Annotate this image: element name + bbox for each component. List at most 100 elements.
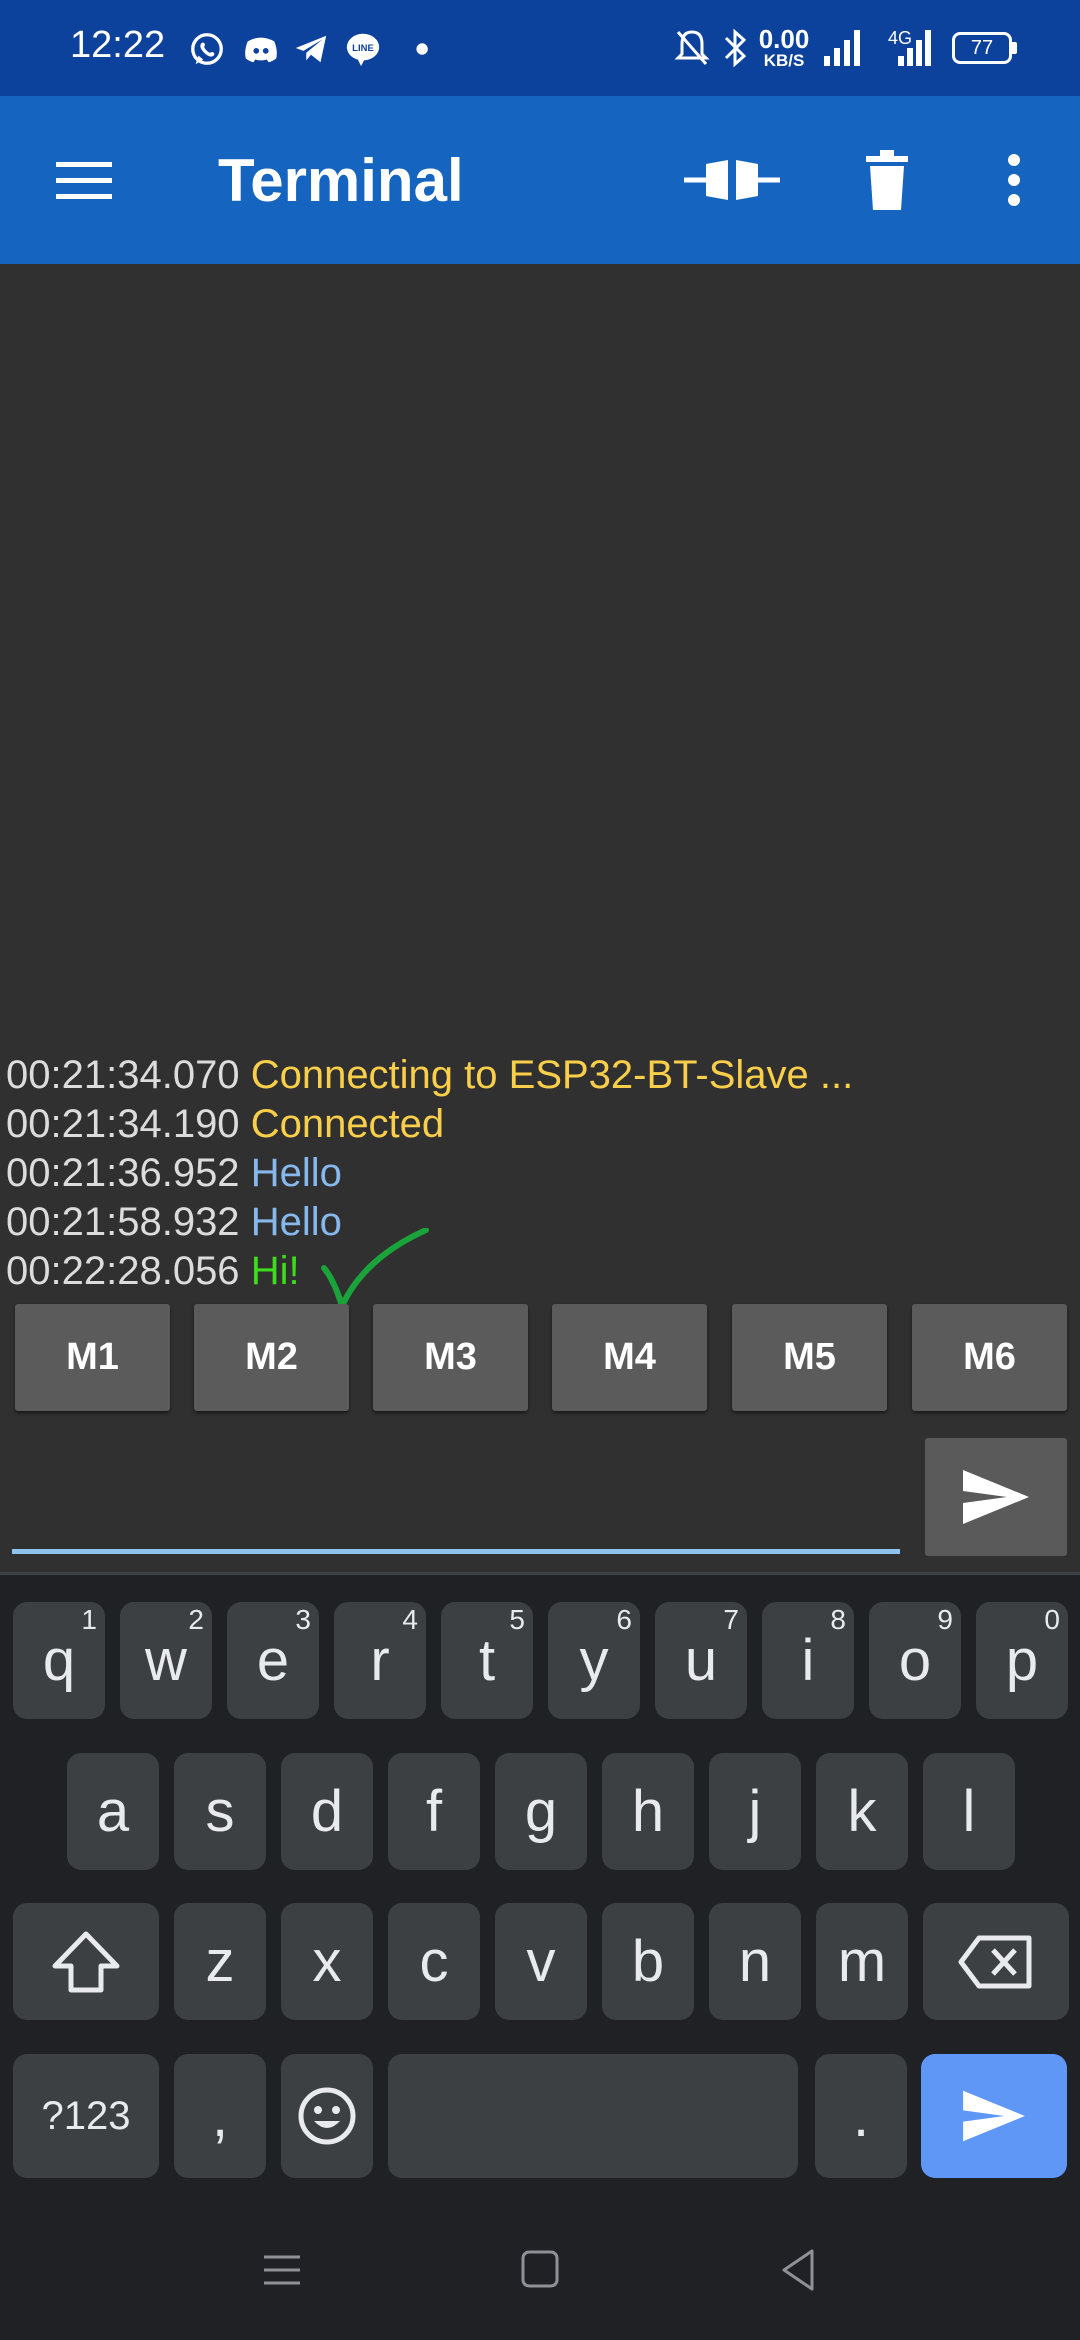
line-badge-text: LINE	[352, 43, 374, 54]
macro-button-m5[interactable]: M5	[732, 1304, 887, 1411]
menu-icon[interactable]	[52, 144, 116, 216]
key-x[interactable]: x	[281, 1903, 373, 2020]
key-o[interactable]: o9	[869, 1602, 961, 1719]
log-message: Hello	[250, 1151, 342, 1195]
key-r[interactable]: r4	[334, 1602, 426, 1719]
send-button[interactable]	[925, 1438, 1067, 1556]
delete-icon[interactable]	[862, 144, 912, 216]
shift-icon	[52, 1931, 120, 1992]
signal-icon	[824, 30, 860, 66]
mute-bell-icon	[674, 30, 710, 65]
key-p[interactable]: p0	[976, 1602, 1068, 1719]
status-bar: 12:22 LINE 0.00 KB/S 4G 77	[0, 0, 1080, 96]
key-t[interactable]: t5	[441, 1602, 533, 1719]
key-label: u	[684, 1628, 718, 1693]
checkmark-annotation-icon	[321, 1228, 429, 1309]
key-hint: 5	[509, 1604, 525, 1635]
line-icon: LINE	[346, 33, 380, 67]
key-w[interactable]: w2	[120, 1602, 212, 1719]
clock: 12:22	[70, 24, 166, 66]
shift-key[interactable]	[13, 1903, 159, 2020]
log-timestamp: 00:21:34.190	[6, 1102, 240, 1146]
backspace-key[interactable]	[923, 1903, 1069, 2020]
log-message: Connecting to ESP32-BT-Slave ...	[250, 1053, 854, 1097]
key-b[interactable]: b	[602, 1903, 694, 2020]
key-hint: 7	[723, 1604, 739, 1635]
whatsapp-icon	[191, 33, 223, 65]
navigation-bar	[0, 2200, 1080, 2340]
more-icon[interactable]	[1000, 144, 1028, 216]
comma-key[interactable]: ,	[174, 2054, 266, 2178]
key-m[interactable]: m	[816, 1903, 908, 2020]
terminal-output[interactable]: 00:21:34.070 Connecting to ESP32-BT-Slav…	[0, 264, 1080, 1294]
key-d[interactable]: d	[281, 1753, 373, 1870]
key-v[interactable]: v	[495, 1903, 587, 2020]
key-label: i	[801, 1628, 815, 1693]
emoji-key[interactable]	[281, 2054, 373, 2178]
key-label: o	[898, 1628, 932, 1693]
emoji-icon	[298, 2087, 356, 2145]
macro-button-m4[interactable]: M4	[552, 1304, 707, 1411]
backspace-icon	[958, 1935, 1032, 1988]
key-hint: 3	[295, 1604, 311, 1635]
message-input[interactable]	[12, 1440, 900, 1554]
period-key[interactable]: .	[815, 2054, 907, 2178]
log-timestamp: 00:21:36.952	[6, 1151, 240, 1195]
signal-icon-2	[898, 30, 931, 66]
key-label: q	[42, 1628, 76, 1693]
key-label: y	[579, 1628, 609, 1693]
key-f[interactable]: f	[388, 1753, 480, 1870]
macro-button-m6[interactable]: M6	[912, 1304, 1067, 1411]
macro-button-m3[interactable]: M3	[373, 1304, 528, 1411]
key-i[interactable]: i8	[762, 1602, 854, 1719]
key-hint: 1	[81, 1604, 97, 1635]
log-message: Connected	[250, 1102, 445, 1146]
network-speed: 0.00 KB/S	[756, 26, 812, 70]
space-key[interactable]	[388, 2054, 798, 2178]
key-hint: 9	[937, 1604, 953, 1635]
key-c[interactable]: c	[388, 1903, 480, 2020]
log-line: 00:21:36.952 Hello	[6, 1149, 853, 1198]
battery-tip	[1012, 42, 1017, 54]
app-bar: Terminal	[0, 96, 1080, 264]
key-k[interactable]: k	[816, 1753, 908, 1870]
symbols-key[interactable]: ?123	[13, 2054, 159, 2178]
key-l[interactable]: l	[923, 1753, 1015, 1870]
key-a[interactable]: a	[67, 1753, 159, 1870]
key-y[interactable]: y6	[548, 1602, 640, 1719]
connect-icon[interactable]	[684, 144, 780, 216]
battery-level: 77	[970, 37, 994, 59]
key-n[interactable]: n	[709, 1903, 801, 2020]
key-label: w	[145, 1628, 187, 1693]
key-h[interactable]: h	[602, 1753, 694, 1870]
bluetooth-icon	[724, 28, 747, 68]
macro-button-m2[interactable]: M2	[194, 1304, 349, 1411]
key-s[interactable]: s	[174, 1753, 266, 1870]
key-hint: 6	[616, 1604, 632, 1635]
log-timestamp: 00:21:34.070	[6, 1053, 240, 1097]
page-title: Terminal	[218, 147, 464, 214]
key-hint: 2	[188, 1604, 204, 1635]
battery-icon: 77	[952, 32, 1012, 64]
macro-button-m1[interactable]: M1	[15, 1304, 170, 1411]
recents-icon[interactable]	[262, 2245, 302, 2295]
key-label: r	[370, 1628, 390, 1693]
key-q[interactable]: q1	[13, 1602, 105, 1719]
key-z[interactable]: z	[174, 1903, 266, 2020]
home-icon[interactable]	[520, 2245, 560, 2295]
key-j[interactable]: j	[709, 1753, 801, 1870]
log-line: 00:21:34.070 Connecting to ESP32-BT-Slav…	[6, 1051, 853, 1100]
log-timestamp: 00:21:58.932	[6, 1200, 240, 1244]
send-icon	[963, 2090, 1025, 2142]
key-label: p	[1005, 1628, 1039, 1693]
key-e[interactable]: e3	[227, 1602, 319, 1719]
key-g[interactable]: g	[495, 1753, 587, 1870]
key-u[interactable]: u7	[655, 1602, 747, 1719]
key-label: e	[256, 1628, 290, 1693]
network-speed-unit: KB/S	[763, 51, 805, 70]
keyboard-send-key[interactable]	[921, 2054, 1067, 2178]
discord-icon	[245, 37, 277, 63]
key-hint: 4	[402, 1604, 418, 1635]
back-icon[interactable]	[778, 2245, 818, 2295]
send-icon	[963, 1470, 1029, 1524]
